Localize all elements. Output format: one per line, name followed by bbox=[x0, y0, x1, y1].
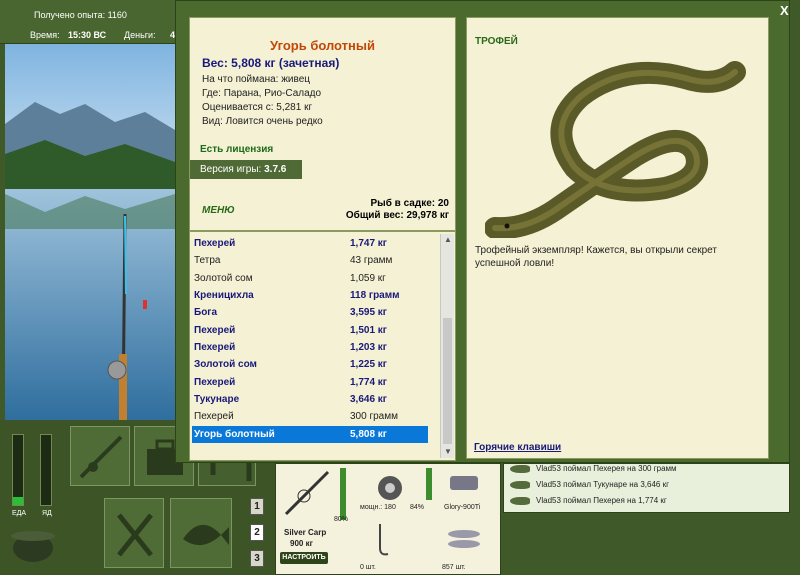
time-value: 15:30 ВС bbox=[68, 30, 107, 40]
feed-row: Vlad53 поймал Пехерея на 1,774 кг bbox=[510, 496, 667, 510]
page-button-3[interactable]: 3 bbox=[250, 550, 264, 567]
feed-row: Vlad53 поймал Тукунаре на 3,646 кг bbox=[510, 480, 669, 494]
rod-tip-icon bbox=[282, 468, 332, 518]
durability-bar-2 bbox=[426, 468, 432, 500]
close-icon[interactable]: X bbox=[780, 3, 789, 18]
feed-row: Vlad53 поймал Пехерея на 300 грамм bbox=[510, 464, 677, 478]
reel-name: Glory-900Ti bbox=[444, 504, 481, 511]
rod-icon bbox=[71, 435, 131, 490]
catch-feed: Vlad53 поймал Пехерея на 300 грамм Vlad5… bbox=[503, 463, 790, 513]
page-button-2[interactable]: 2 bbox=[250, 524, 264, 541]
fish-weight: Вес: 5,808 кг (зачетная) bbox=[202, 56, 340, 70]
fish-cage-button[interactable] bbox=[170, 498, 232, 568]
license-status: Есть лицензия bbox=[200, 144, 274, 155]
map-icon bbox=[199, 440, 257, 490]
list-item[interactable]: Пехерей 1,203 кг bbox=[192, 339, 428, 356]
tackle-box-icon bbox=[135, 439, 195, 490]
version-value: 3.7.6 bbox=[264, 164, 287, 175]
cage-count: Рыб в садке: 20 bbox=[370, 198, 449, 209]
count-2: 857 шт. bbox=[442, 564, 466, 571]
bait-weight: 900 кг bbox=[290, 539, 313, 548]
lake-scene[interactable] bbox=[5, 44, 175, 420]
xp-text: Получено опыта: 1160 bbox=[34, 10, 127, 20]
rods-button[interactable] bbox=[70, 426, 130, 486]
menu-link[interactable]: МЕНЮ bbox=[202, 205, 235, 216]
fish-kind: Вид: Ловится очень редко bbox=[202, 116, 323, 127]
list-item[interactable]: Креницихла 118 грамм bbox=[192, 287, 428, 304]
food-label: ЕДА bbox=[12, 510, 27, 517]
fish-icon bbox=[171, 524, 233, 572]
power-label: мощн.: 180 bbox=[360, 504, 396, 511]
bait-name: Silver Carp bbox=[284, 528, 327, 537]
lure-icon[interactable] bbox=[444, 468, 484, 498]
setup-button-label: НАСТРОИТЬ bbox=[282, 554, 326, 561]
food-meter bbox=[12, 434, 24, 506]
percent-1: 80% bbox=[334, 516, 349, 523]
list-item[interactable]: Тукунаре 3,646 кг bbox=[192, 391, 428, 408]
fish-icon bbox=[510, 496, 530, 505]
status-bar: Получено опыта: 1160 Время: 15:30 ВС Ден… bbox=[0, 0, 180, 44]
eel-image bbox=[484, 48, 755, 240]
pot-icon[interactable] bbox=[8, 524, 58, 566]
version-bar: Версия игры: 3.7.6 bbox=[190, 160, 302, 179]
money-label: Деньги: bbox=[124, 30, 156, 40]
list-item[interactable]: Бога 3,595 кг bbox=[192, 304, 428, 321]
food-button[interactable] bbox=[104, 498, 164, 568]
hotkeys-link[interactable]: Горячие клавиши bbox=[474, 442, 561, 453]
fish-icon bbox=[510, 480, 530, 489]
valued-from: Оценивается с: 5,281 кг bbox=[202, 102, 313, 113]
scroll-thumb[interactable] bbox=[443, 318, 452, 444]
list-item[interactable]: Пехерей 1,774 кг bbox=[192, 374, 428, 391]
durability-bar-1 bbox=[340, 468, 346, 520]
poison-meter bbox=[40, 434, 52, 506]
list-item-selected[interactable]: Угорь болотный 5,808 кг bbox=[192, 426, 428, 443]
list-item[interactable]: Пехерей 1,501 кг bbox=[192, 322, 428, 339]
time-label: Время: bbox=[30, 30, 60, 40]
list-scrollbar[interactable]: ▲ ▼ bbox=[440, 234, 454, 458]
page-button-1[interactable]: 1 bbox=[250, 498, 264, 515]
trophy-text: Трофейный экземпляр! Кажется, вы открыли… bbox=[475, 245, 717, 269]
list-item[interactable]: Пехерей 1,747 кг bbox=[192, 235, 428, 252]
fork-knife-icon bbox=[105, 513, 165, 572]
list-item[interactable]: Золотой сом 1,059 кг bbox=[192, 270, 428, 287]
reel-icon[interactable] bbox=[370, 468, 410, 508]
caught-on: На что поймана: живец bbox=[202, 74, 310, 85]
version-label: Версия игры: bbox=[200, 164, 262, 175]
location: Где: Парана, Рио-Саладо bbox=[202, 88, 322, 99]
gear-panel: Silver Carp 900 кг НАСТРОИТЬ 80% мощн.: … bbox=[275, 463, 501, 575]
percent-2: 84% bbox=[410, 504, 425, 511]
count-1: 0 шт. bbox=[360, 564, 376, 571]
fish-icon bbox=[510, 464, 530, 473]
trophy-label: ТРОФЕЙ bbox=[475, 36, 518, 47]
scroll-down-icon[interactable]: ▼ bbox=[442, 446, 454, 458]
cage-weight: Общий вес: 29,978 кг bbox=[345, 210, 449, 221]
hook-icon[interactable] bbox=[368, 520, 398, 560]
bait-fish-icon[interactable] bbox=[442, 520, 486, 560]
catch-list[interactable]: Пехерей 1,747 кг Тетра 43 грамм Золотой со… bbox=[189, 231, 456, 461]
setup-button[interactable]: НАСТРОИТЬ bbox=[280, 552, 328, 564]
fish-title: Угорь болотный bbox=[270, 38, 375, 53]
fish-info-panel: Угорь болотный Вес: 5,808 кг (зачетная) … bbox=[189, 17, 456, 231]
poison-label: ЯД bbox=[42, 510, 52, 517]
scroll-up-icon[interactable]: ▲ bbox=[442, 234, 454, 246]
list-item[interactable]: Тетра 43 грамм bbox=[192, 252, 428, 269]
list-item[interactable]: Золотой сом 1,225 кг bbox=[192, 356, 428, 373]
trophy-panel: ТРОФЕЙ Трофейный экземпляр! Кажется, вы … bbox=[466, 17, 769, 459]
feed-footer bbox=[503, 514, 790, 575]
list-item[interactable]: Пехерей 300 грамм bbox=[192, 408, 428, 425]
